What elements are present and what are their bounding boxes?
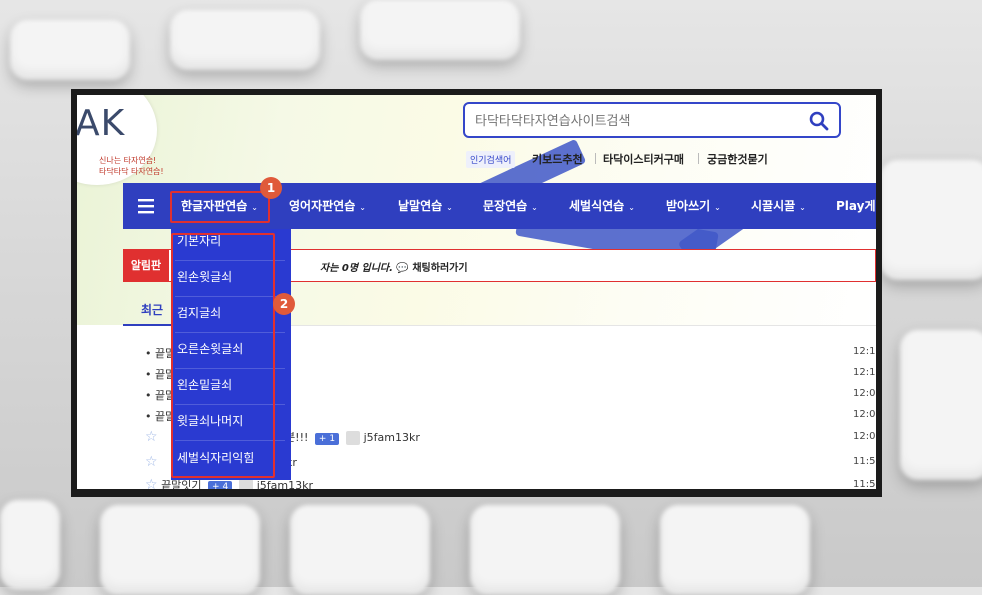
post-author: j5fam13kr [256,479,313,489]
popular-link-keyboard[interactable]: 키보드추천 [532,151,583,167]
divider [698,153,699,164]
popular-search-label: 인기검색어 [466,151,516,168]
post-time: 11:5 [853,456,876,467]
post-time: 12:1 [853,346,876,357]
nav-item-label: 시끌시끌 [751,199,796,213]
nav-item-label: 문장연습 [483,199,528,213]
nav-item-english[interactable]: 영어자판연습 ⌄ [289,197,366,214]
keyboard-key-bg [660,505,810,595]
highlight-box-submenu [171,233,275,478]
chevron-down-icon: ⌄ [359,203,366,212]
post-time: 12:0 [853,409,876,420]
chevron-down-icon: ⌄ [531,203,538,212]
browser-viewport: AK 신나는 타자연습! 타닥타닥 타자연습! 인기검색어 키보드추천 타닥이스… [77,95,876,489]
nav-item-sebeolsik[interactable]: 세벌식연습 ⌄ [569,197,635,214]
post-time: 12:0 [853,388,876,399]
nav-item-label: 영어자판연습 [289,199,356,213]
keyboard-key-bg [100,505,260,595]
post-time: 12:0 [853,431,876,442]
logo-text: AK [77,103,126,144]
notice-message: 자는 0명 입니다. [320,263,393,274]
star-icon: ☆ [145,429,158,445]
avatar [238,479,253,489]
nav-item-sentence[interactable]: 문장연습 ⌄ [483,197,538,214]
search-input[interactable] [473,110,797,132]
nav-item-dictation[interactable]: 받아쓰기 ⌄ [666,197,721,214]
logo-tagline-line: 타닥타닥 타자연습! [99,167,164,176]
notice-badge: 알림판 [123,249,169,282]
logo-tagline: 신나는 타자연습! 타닥타닥 타자연습! [99,155,164,177]
chevron-down-icon: ⌄ [799,203,806,212]
keyboard-key-bg [470,505,620,595]
keyboard-key-bg [10,20,130,80]
menu-button[interactable] [123,183,169,229]
nav-item-community[interactable]: 시끌시끌 ⌄ [751,197,806,214]
comment-count-badge: + 1 [314,433,340,445]
notice-text: 자는 0명 입니다. 💬 채팅하러가기 [320,259,468,274]
search-icon[interactable] [807,109,831,133]
post-author: j5fam13kr [363,431,420,444]
step-marker-2: 2 [273,293,295,315]
post-time: 12:1 [853,367,876,378]
hamburger-icon [138,199,154,214]
star-icon: ☆ [145,454,158,470]
keyboard-key-bg [360,0,520,60]
chevron-down-icon: ⌄ [714,203,721,212]
keyboard-key-bg [880,160,982,280]
nav-item-label: 받아쓰기 [666,199,711,213]
step-marker-1: 1 [260,177,282,199]
nav-item-label: Play게임 [836,199,876,213]
keyboard-key-bg [0,500,60,590]
popular-link-question[interactable]: 궁금한것묻기 [707,151,768,167]
chat-icon: 💬 [396,263,409,274]
chevron-down-icon: ⌄ [628,203,635,212]
nav-item-word[interactable]: 낱말연습 ⌄ [398,197,453,214]
search-box [463,102,841,138]
chat-link[interactable]: 채팅하러가기 [412,263,467,274]
chevron-down-icon: ⌄ [446,203,453,212]
keyboard-key-bg [290,505,430,595]
nav-item-label: 낱말연습 [398,199,443,213]
comment-count-badge: + 4 [208,481,233,489]
keyboard-key-bg [170,10,320,70]
post-time: 11:5 [853,479,876,489]
nav-item-game[interactable]: Play게임 [836,197,876,214]
logo-tagline-line: 신나는 타자연습! [99,156,157,165]
highlight-box-nav [170,191,270,223]
monitor-frame: AK 신나는 타자연습! 타닥타닥 타자연습! 인기검색어 키보드추천 타닥이스… [71,89,882,497]
star-icon: ☆ [145,477,158,489]
popular-link-sticker[interactable]: 타닥이스티커구매 [603,151,684,167]
nav-item-label: 세벌식연습 [569,199,625,213]
keyboard-key-bg [900,330,982,480]
post-title: 끝말잇기 [161,479,202,489]
avatar [345,431,360,445]
divider [595,153,596,164]
recent-posts-title[interactable]: 최근 [141,301,163,318]
